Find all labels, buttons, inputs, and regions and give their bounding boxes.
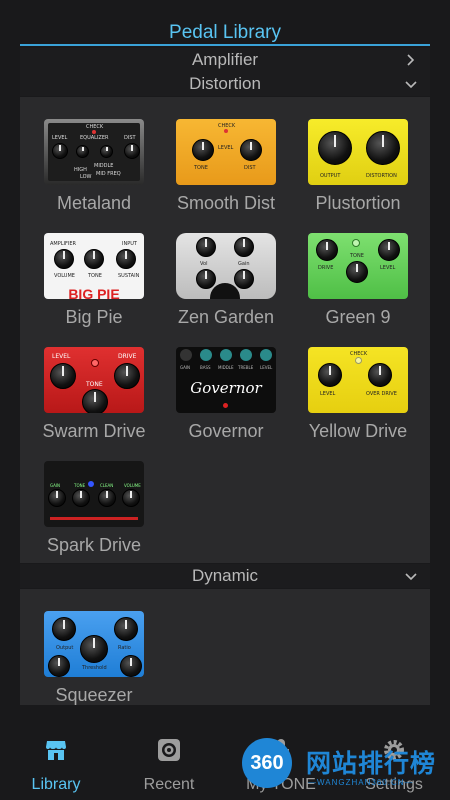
pedal-squeezer[interactable]: Output Ratio Threshold Squeezer — [30, 611, 150, 705]
pedal-swarm-drive-image: LEVEL DRIVE TONE — [44, 347, 144, 413]
category-label: Distortion — [189, 74, 261, 93]
pedal-zen-garden-image: Vol Gain — [176, 233, 276, 299]
pedal-name: Big Pie — [65, 307, 123, 327]
pedal-name: Green 9 — [325, 307, 391, 327]
pedal-swarm-drive[interactable]: LEVEL DRIVE TONE Swarm Drive — [30, 347, 150, 457]
watermark-badge: 360 — [242, 738, 292, 788]
category-label: Amplifier — [191, 50, 259, 69]
pedal-metaland[interactable]: CHECK LEVEL EQUALIZER DIST HIGH MIDDLE L… — [30, 119, 150, 229]
pedal-name: Smooth Dist — [176, 193, 276, 213]
chevron-down-icon — [405, 81, 417, 89]
pedal-big-pie-image: AMPLIFIER INPUT VOLUME TONE SUSTAIN BIG … — [44, 233, 144, 299]
pedal-plustortion-image: OUTPUT DISTORTION — [308, 119, 408, 185]
page-title: Pedal Library — [169, 22, 281, 43]
pedal-name: Metaland — [56, 193, 132, 213]
pedal-spark-drive-image: GAIN TONE CLEAN VOLUME — [44, 461, 144, 527]
pedal-yellow-drive[interactable]: CHECK LEVEL OVER DRIVE Yellow Drive — [294, 347, 414, 457]
category-label: Dynamic — [191, 566, 259, 585]
pedal-smooth-dist-image: CHECK LEVEL TONE DIST — [176, 119, 276, 185]
pedal-name: Governor — [188, 421, 264, 441]
pedal-name: Plustortion — [315, 193, 401, 213]
pedal-name: Squeezer — [55, 685, 133, 705]
pedal-zen-garden[interactable]: Vol Gain Zen Garden — [162, 233, 282, 343]
pedal-squeezer-image: Output Ratio Threshold — [44, 611, 144, 677]
category-dynamic[interactable]: Dynamic — [20, 564, 430, 588]
pedal-smooth-dist[interactable]: CHECK LEVEL TONE DIST Smooth Dist — [162, 119, 282, 229]
chevron-right-icon — [407, 54, 415, 66]
watermark-url: —WANGZHAN360.CN— — [308, 778, 414, 787]
pedal-governor[interactable]: GAIN BASS MIDDLE TREBLE LEVEL Governor G… — [162, 347, 282, 457]
store-icon — [46, 741, 66, 760]
tab-label: Recent — [143, 776, 195, 793]
category-amplifier[interactable]: Amplifier — [20, 48, 430, 72]
chevron-down-icon — [405, 573, 417, 581]
pedal-yellow-drive-image: CHECK LEVEL OVER DRIVE — [308, 347, 408, 413]
record-icon — [158, 739, 180, 761]
dynamic-panel: Output Ratio Threshold Squeezer — [20, 589, 430, 705]
app-header: Pedal Library — [0, 0, 450, 46]
watermark: 360 网站排行榜 —WANGZHAN360.CN— — [230, 732, 450, 800]
header-divider — [20, 44, 430, 46]
watermark-text: 网站排行榜 — [306, 750, 437, 778]
pedal-name: Yellow Drive — [308, 421, 408, 441]
pedal-metaland-image: CHECK LEVEL EQUALIZER DIST HIGH MIDDLE L… — [44, 119, 144, 185]
category-distortion[interactable]: Distortion — [20, 72, 430, 96]
tab-label: Library — [31, 776, 81, 793]
pedal-big-pie[interactable]: AMPLIFIER INPUT VOLUME TONE SUSTAIN BIG … — [30, 233, 150, 343]
pedal-name: Swarm Drive — [42, 421, 146, 441]
pedal-governor-image: GAIN BASS MIDDLE TREBLE LEVEL Governor — [176, 347, 276, 413]
pedal-name: Spark Drive — [46, 535, 142, 555]
distortion-panel: CHECK LEVEL EQUALIZER DIST HIGH MIDDLE L… — [20, 97, 430, 563]
pedal-name: Zen Garden — [177, 307, 275, 327]
pedal-plustortion[interactable]: OUTPUT DISTORTION Plustortion — [294, 119, 414, 229]
pedal-green-9[interactable]: TONE DRIVE LEVEL Green 9 — [294, 233, 414, 343]
pedal-spark-drive[interactable]: GAIN TONE CLEAN VOLUME Spark Drive — [30, 461, 150, 571]
pedal-green-9-image: TONE DRIVE LEVEL — [308, 233, 408, 299]
